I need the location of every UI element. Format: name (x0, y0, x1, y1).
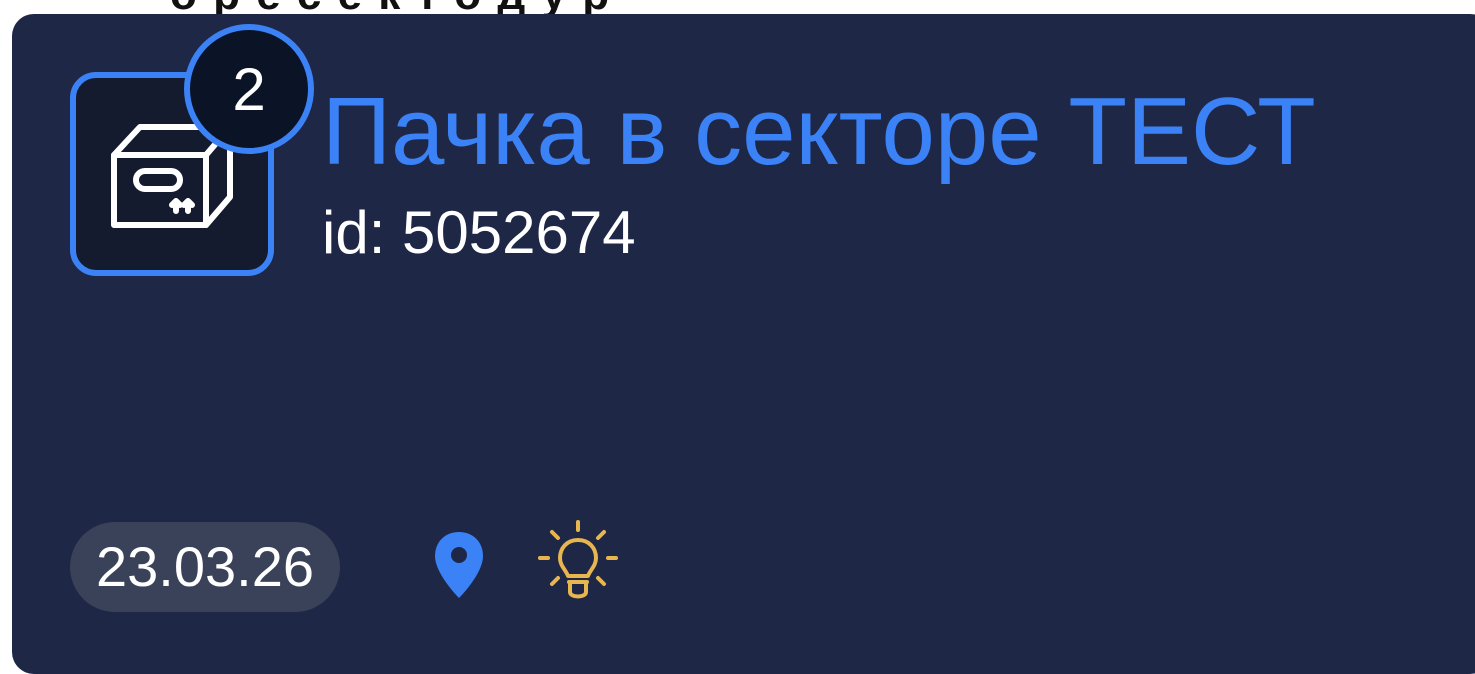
date-chip: 23.03.26 (70, 522, 340, 612)
count-badge: 2 (184, 24, 314, 154)
location-pin-icon[interactable] (432, 530, 486, 600)
lightbulb-icon[interactable] (536, 520, 620, 604)
card-id: id: 5052674 (322, 199, 636, 266)
card-title[interactable]: Пачка в секторе ТЕСТ (322, 82, 1316, 182)
